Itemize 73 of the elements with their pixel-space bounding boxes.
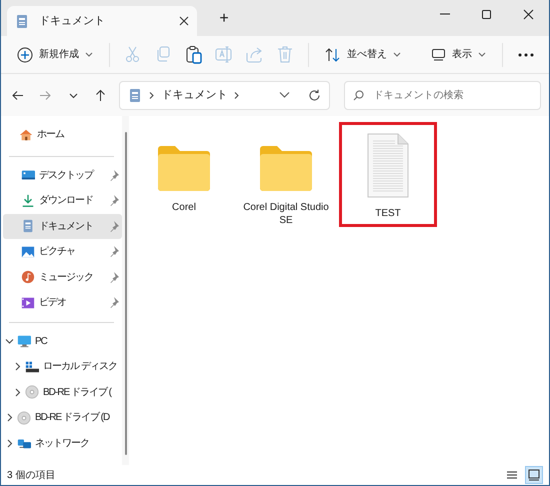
desktop-icon xyxy=(21,168,35,182)
folder-item[interactable]: Corel Digital Studio SE xyxy=(237,122,335,234)
caret-icon xyxy=(478,52,486,58)
sidebar-item[interactable]: ドキュメント xyxy=(3,214,122,239)
back-arrow-icon xyxy=(11,88,24,102)
video-icon xyxy=(21,296,35,310)
folder-item[interactable]: Corel xyxy=(135,122,233,221)
sort-button[interactable]: 並べ替え xyxy=(318,40,407,68)
sidebar-item[interactable]: BD-RE ドライブ ( xyxy=(23,380,122,405)
tab-title: ドキュメント xyxy=(39,14,105,29)
more-icon xyxy=(518,52,534,56)
disc-icon xyxy=(17,410,31,425)
new-button[interactable]: 新規作成 xyxy=(11,40,99,68)
close-tab-button[interactable] xyxy=(179,16,189,26)
view-button[interactable]: 表示 xyxy=(424,40,492,68)
large-icons-view-button[interactable] xyxy=(525,466,543,484)
monitor-icon xyxy=(17,334,31,348)
search-icon xyxy=(353,90,364,100)
share-icon xyxy=(245,45,264,64)
sidebar-item[interactable]: ローカル ディスク xyxy=(23,354,122,380)
rename-icon xyxy=(215,45,234,64)
chevron-right-icon xyxy=(148,90,156,100)
monitor-icon xyxy=(527,468,541,482)
up-arrow-icon xyxy=(94,88,108,102)
caret-icon xyxy=(392,52,401,58)
caret-icon xyxy=(85,52,93,58)
chevron-down-icon xyxy=(4,336,14,346)
sidebar-item[interactable]: ピクチャ xyxy=(3,239,122,264)
download-icon xyxy=(21,194,35,208)
document-icon xyxy=(366,133,410,199)
document-icon xyxy=(128,88,142,102)
search-field[interactable]: ドキュメントの検索 xyxy=(344,80,541,110)
drive-icon xyxy=(25,360,39,374)
home-icon xyxy=(19,128,33,142)
folder-icon xyxy=(156,143,212,193)
tab[interactable]: ドキュメント xyxy=(7,6,197,36)
sidebar-item[interactable]: BD-RE ドライブ (D xyxy=(15,405,122,430)
forward-arrow-icon xyxy=(38,88,52,102)
chevron-right-icon xyxy=(12,362,22,372)
maximize-icon xyxy=(480,8,492,20)
clipboard-icon xyxy=(184,45,203,64)
sidebar-item[interactable]: ビデオ xyxy=(3,290,122,316)
music-icon xyxy=(21,270,35,284)
new-tab-button[interactable]: + xyxy=(211,6,237,32)
sidebar-item[interactable]: ホーム xyxy=(17,122,122,148)
scrollbar[interactable] xyxy=(122,116,129,465)
item-count: 3 個の項目 xyxy=(7,468,56,482)
file-item[interactable]: TEST xyxy=(339,122,437,227)
chevron-right-icon xyxy=(233,90,240,100)
sidebar-item[interactable]: デスクトップ xyxy=(3,162,122,188)
chevron-down-icon[interactable] xyxy=(279,91,290,99)
trash-icon xyxy=(276,45,294,64)
document-icon xyxy=(15,14,29,28)
chevron-right-icon xyxy=(4,413,14,422)
disc-icon xyxy=(25,385,39,400)
document-icon xyxy=(21,219,35,234)
sort-icon xyxy=(324,46,341,62)
refresh-icon[interactable] xyxy=(308,88,322,102)
scissors-icon xyxy=(124,45,142,64)
folder-icon xyxy=(258,143,314,193)
picture-icon xyxy=(21,244,35,259)
address-bar[interactable]: ドキュメント xyxy=(119,80,330,110)
sidebar-item[interactable]: ダウンロード xyxy=(3,188,122,214)
sidebar-item[interactable]: ネットワーク xyxy=(15,430,122,456)
chevron-right-icon xyxy=(4,438,14,448)
monitor-icon xyxy=(430,47,446,62)
breadcrumb-link[interactable]: ドキュメント xyxy=(161,86,228,104)
chevron-right-icon xyxy=(12,388,22,397)
sidebar-item[interactable]: ミュージック xyxy=(3,264,122,290)
close-icon xyxy=(522,8,534,20)
sidebar-item[interactable]: PC xyxy=(15,328,122,354)
close-icon xyxy=(179,16,189,26)
plus-circle-icon xyxy=(17,46,33,62)
